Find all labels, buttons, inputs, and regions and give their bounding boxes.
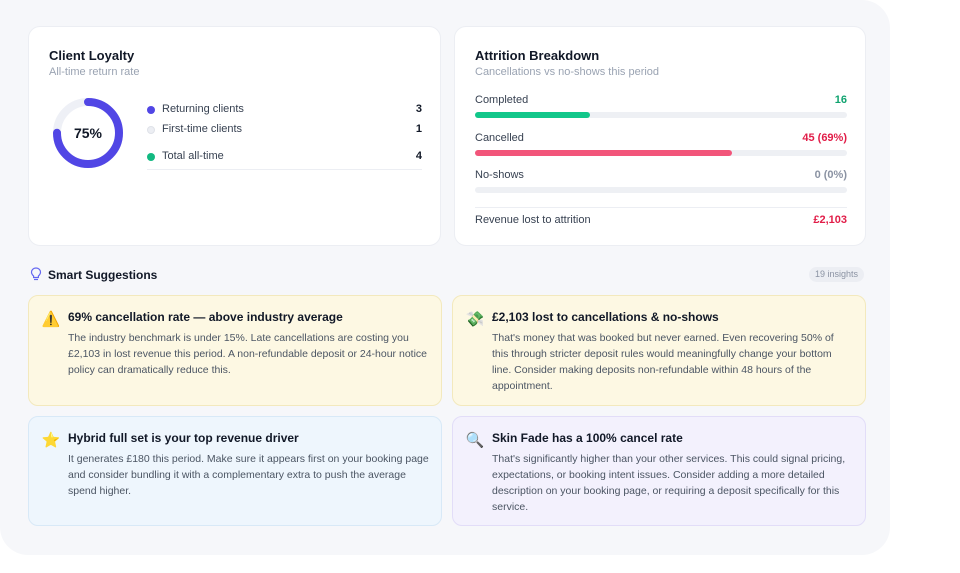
suggestion-title: Hybrid full set is your top revenue driv… — [68, 431, 299, 445]
progress-track-no-shows — [475, 187, 847, 193]
money-wings-icon: 💸 — [465, 311, 485, 328]
warning-icon: ⚠️ — [41, 311, 61, 328]
return-rate-value: 75% — [73, 125, 103, 141]
suggestion-body: That's money that was booked but never e… — [492, 332, 834, 392]
lightbulb-icon — [30, 267, 42, 281]
legend-divider — [147, 169, 422, 170]
legend-dot — [147, 126, 155, 134]
suggestion-card-cancellation-rate: ⚠️ 69% cancellation rate — above industr… — [28, 295, 442, 406]
legend-value: 4 — [415, 150, 422, 162]
row-label: Completed — [475, 94, 529, 106]
attrition-breakdown-card: Attrition Breakdown Cancellations vs no-… — [454, 26, 866, 246]
legend-first-time-clients: First-time clients 1 — [147, 122, 422, 140]
suggestion-body: That's significantly higher than your ot… — [492, 453, 846, 513]
card-subtitle: All-time return rate — [49, 66, 140, 78]
row-label: Cancelled — [475, 132, 524, 144]
dashboard-panel: Client Loyalty All-time return rate 75% … — [0, 0, 890, 555]
legend-value: 3 — [415, 103, 422, 115]
legend-returning-clients: Returning clients 3 — [147, 102, 422, 120]
progress-fill-cancelled — [475, 150, 732, 156]
progress-fill-completed — [475, 112, 591, 118]
card-subtitle: Cancellations vs no-shows this period — [475, 66, 660, 78]
legend-label: First-time clients — [162, 123, 243, 135]
legend-label: Returning clients — [162, 103, 244, 115]
revenue-label: Revenue lost to attrition — [475, 214, 591, 226]
row-label: No-shows — [475, 169, 524, 181]
suggestion-body: The industry benchmark is under 15%. Lat… — [68, 332, 427, 376]
suggestion-title: Skin Fade has a 100% cancel rate — [492, 431, 683, 445]
legend-dot — [147, 153, 155, 161]
progress-track-cancelled — [475, 150, 847, 156]
suggestion-card-revenue-lost: 💸 £2,103 lost to cancellations & no-show… — [452, 295, 866, 406]
insights-count-badge: 19 insights — [808, 267, 864, 282]
legend-dot — [147, 106, 155, 114]
revenue-divider — [475, 207, 847, 208]
row-value: 16 — [834, 94, 847, 106]
row-value: 45 (69%) — [802, 132, 847, 144]
smart-suggestions-title: Smart Suggestions — [48, 268, 158, 282]
legend-value: 1 — [415, 123, 422, 135]
suggestion-card-cancel-rate-service: 🔍 Skin Fade has a 100% cancel rate That'… — [452, 416, 866, 526]
card-title: Client Loyalty — [49, 48, 135, 63]
progress-track-completed — [475, 112, 847, 118]
card-title: Attrition Breakdown — [475, 48, 600, 63]
legend-total-all-time: Total all-time 4 — [147, 149, 422, 167]
revenue-value: £2,103 — [813, 214, 847, 226]
suggestion-title: 69% cancellation rate — above industry a… — [68, 310, 343, 324]
row-value: 0 (0%) — [814, 169, 847, 181]
suggestion-title: £2,103 lost to cancellations & no-shows — [492, 310, 719, 324]
client-loyalty-card: Client Loyalty All-time return rate 75% … — [28, 26, 441, 246]
magnifier-icon: 🔍 — [465, 432, 485, 449]
suggestion-card-top-revenue: ⭐ Hybrid full set is your top revenue dr… — [28, 416, 442, 526]
legend-label: Total all-time — [162, 150, 224, 162]
suggestion-body: It generates £180 this period. Make sure… — [68, 453, 429, 497]
star-icon: ⭐ — [41, 432, 61, 449]
